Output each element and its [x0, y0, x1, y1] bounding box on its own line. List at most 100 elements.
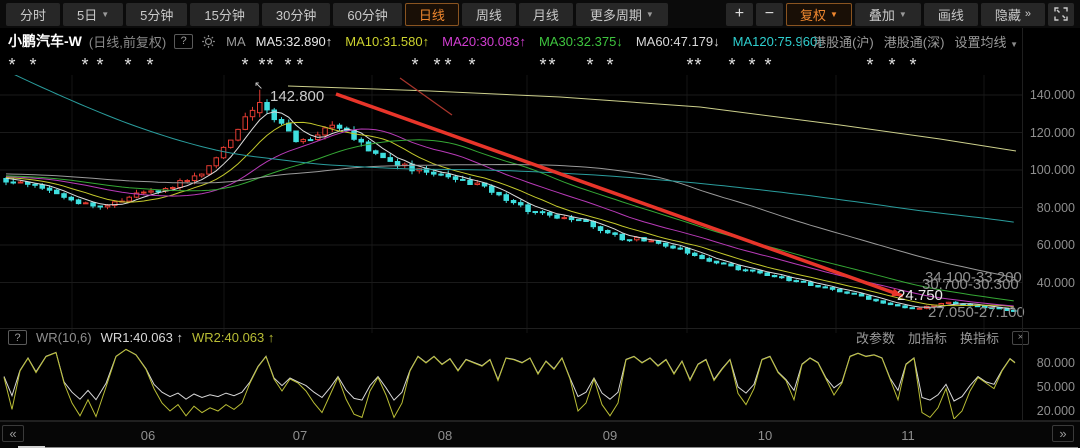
main-chart[interactable] [0, 75, 1022, 333]
event-marker[interactable]: * [145, 57, 155, 73]
switch-indicator-button[interactable]: 换指标 [960, 328, 999, 347]
axis-divider [1022, 28, 1023, 421]
separator: | [800, 34, 803, 48]
ma-legend-item: MA60:47.179↓ [636, 34, 720, 49]
add-indicator-button[interactable]: 加指标 [908, 328, 947, 347]
period-button-15分钟[interactable]: 15分钟 [190, 3, 258, 26]
chart-mode-label: (日线,前复权) [89, 32, 166, 51]
event-marker[interactable]: * [585, 57, 595, 73]
event-marker[interactable]: * [763, 57, 773, 73]
event-marker[interactable]: * [467, 57, 477, 73]
pane-divider-1 [0, 328, 1080, 329]
market-links: | 港股通(沪) 港股通(深) 设置均线 ▼ [800, 31, 1018, 51]
wr1-line [4, 349, 1015, 401]
event-marker[interactable]: * [443, 57, 453, 73]
wr-tick-label: 80.000 [1037, 357, 1075, 370]
ma-legend-item: MA10:31.580↑ [345, 34, 429, 49]
ma30-line [6, 140, 1014, 301]
event-marker[interactable]: * [95, 57, 105, 73]
wr-help-button[interactable]: ? [8, 330, 27, 345]
event-marker[interactable]: * [283, 57, 293, 73]
tool-button-叠加[interactable]: 叠加▼ [855, 3, 921, 26]
wr-tick-label: 20.000 [1037, 405, 1075, 418]
month-label-06: 06 [141, 428, 155, 443]
symbol-name: 小鹏汽车-W [8, 31, 82, 51]
zoom-out-button[interactable]: − [756, 3, 783, 26]
trend-line [336, 94, 903, 296]
price-axis-panel: 140.000 120.000 100.000 80.000 60.000 40.000 8… [1022, 28, 1080, 421]
event-marker[interactable]: * [432, 57, 442, 73]
event-marker[interactable]: * [865, 57, 875, 73]
event-marker[interactable]: * [295, 57, 305, 73]
event-marker[interactable]: * [727, 57, 737, 73]
ma-legend-item: MA5:32.890↑ [256, 34, 333, 49]
change-params-button[interactable]: 改参数 [856, 328, 895, 347]
month-label-07: 07 [293, 428, 307, 443]
price-tick-label: 40.000 [1037, 277, 1075, 290]
period-button-60分钟[interactable]: 60分钟 [333, 3, 401, 26]
event-marker[interactable]: * [80, 57, 90, 73]
event-marker[interactable]: * [887, 57, 897, 73]
event-marker[interactable]: * [28, 57, 38, 73]
event-marker[interactable]: * [410, 57, 420, 73]
month-label-08: 08 [438, 428, 452, 443]
ma60-line [6, 165, 1014, 278]
price-tick-label: 100.000 [1030, 164, 1075, 177]
candlestick-chart [0, 75, 1022, 333]
wr2-line [4, 349, 1015, 419]
wr-chart [0, 347, 1022, 419]
event-marker[interactable]: * [240, 57, 250, 73]
settings-gear-icon[interactable] [201, 34, 216, 49]
event-marker[interactable]: * [547, 57, 557, 73]
period-button-日线[interactable]: 日线 [405, 3, 459, 26]
help-button[interactable]: ? [174, 34, 193, 49]
ma-legend-item: MA30:32.375↓ [539, 34, 623, 49]
event-marker[interactable]: * [265, 57, 275, 73]
event-marker[interactable]: * [693, 57, 703, 73]
scroll-left-button[interactable]: « [2, 425, 24, 442]
ma-long-line [288, 86, 1016, 151]
period-button-30分钟[interactable]: 30分钟 [262, 3, 330, 26]
wr1-value: WR1:40.063 ↑ [101, 330, 183, 345]
ma-legend-item: MA20:30.083↑ [442, 34, 526, 49]
wr-indicator-pane[interactable] [0, 347, 1022, 419]
period-button-分时[interactable]: 分时 [6, 3, 60, 26]
fullscreen-button[interactable] [1048, 3, 1074, 26]
chevron-down-icon: ▼ [101, 10, 109, 19]
period-button-5日[interactable]: 5日▼ [63, 3, 123, 26]
tool-button-隐藏[interactable]: 隐藏» [981, 3, 1045, 26]
link-hk-connect-sz[interactable]: 港股通(深) [884, 32, 945, 51]
link-hk-connect-sh[interactable]: 港股通(沪) [813, 32, 874, 51]
price-tick-label: 80.000 [1037, 202, 1075, 215]
price-tick-label: 60.000 [1037, 239, 1075, 252]
chevron-down-icon: ▼ [646, 10, 654, 19]
fullscreen-icon [1054, 7, 1068, 21]
ma-group-label: MA [226, 34, 246, 49]
event-marker[interactable]: * [908, 57, 918, 73]
tool-button-group: +−复权▼叠加▼画线隐藏» [726, 3, 1045, 26]
ma120-line [6, 75, 1014, 222]
ma10-line [6, 122, 1014, 306]
event-marker[interactable]: * [747, 57, 757, 73]
time-axis-bar: « 060708091011 » [0, 421, 1080, 448]
ma-settings-button[interactable]: 设置均线 ▼ [954, 32, 1018, 51]
chevron-down-icon: ▼ [830, 10, 838, 19]
period-button-group: 分时5日▼5分钟15分钟30分钟60分钟日线周线月线更多周期▼ [6, 3, 668, 26]
price-tick-label: 140.000 [1030, 89, 1075, 102]
event-marker[interactable]: * [123, 57, 133, 73]
zoom-in-button[interactable]: + [726, 3, 753, 26]
event-marker[interactable]: * [605, 57, 615, 73]
price-tick-label: 120.000 [1030, 127, 1075, 140]
scroll-right-button[interactable]: » [1052, 425, 1074, 442]
ma5-line [6, 112, 1014, 309]
tool-button-画线[interactable]: 画线 [924, 3, 978, 26]
month-label-10: 10 [758, 428, 772, 443]
trend-line-2 [400, 78, 452, 115]
chevron-down-icon: ▼ [1010, 40, 1018, 49]
tool-button-复权[interactable]: 复权▼ [786, 3, 852, 26]
event-marker[interactable]: * [7, 57, 17, 73]
period-button-更多周期[interactable]: 更多周期▼ [576, 3, 668, 26]
period-button-周线[interactable]: 周线 [462, 3, 516, 26]
period-button-5分钟[interactable]: 5分钟 [126, 3, 187, 26]
period-button-月线[interactable]: 月线 [519, 3, 573, 26]
